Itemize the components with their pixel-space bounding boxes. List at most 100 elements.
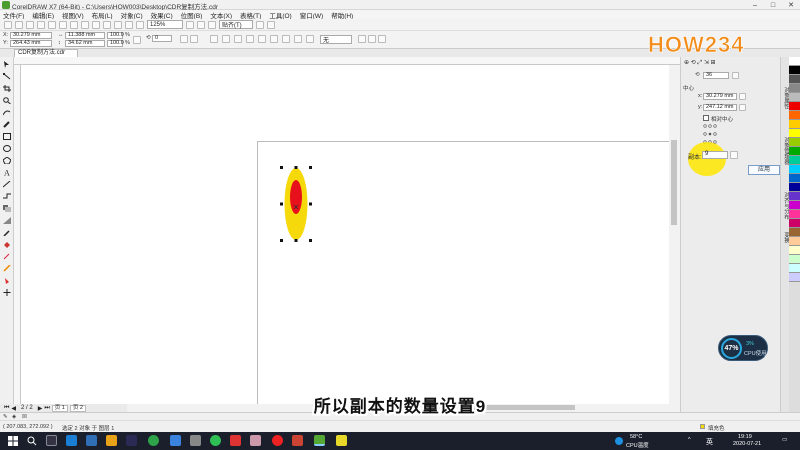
menu-edit[interactable]: 编辑(E) (32, 10, 54, 20)
chrome-icon[interactable] (148, 435, 159, 446)
scale-y-field[interactable]: 100.0 (107, 40, 124, 47)
menu-object[interactable]: 对象(C) (121, 10, 143, 20)
task-view-icon[interactable] (46, 435, 57, 446)
close-button[interactable]: ✕ (782, 0, 800, 10)
input-language[interactable]: 英 (706, 437, 713, 447)
center-x-field[interactable]: 30.279 mm (703, 93, 737, 100)
zoom-level-select[interactable]: 125% (147, 20, 183, 29)
undo-icon[interactable] (81, 20, 89, 29)
intersect-icon[interactable] (246, 35, 254, 43)
selection-handle[interactable] (309, 166, 312, 169)
center-x-spinner[interactable] (739, 93, 746, 100)
menu-help[interactable]: 帮助(H) (331, 10, 353, 20)
swatch-ice[interactable] (789, 264, 800, 273)
fill-swatch[interactable] (700, 424, 705, 429)
app-icon-3[interactable] (230, 435, 241, 446)
apply-button[interactable]: 应用 (748, 165, 780, 175)
polygon-tool-icon[interactable] (3, 157, 11, 164)
freehand-tool-icon[interactable] (3, 109, 11, 116)
swatch-teal[interactable] (789, 156, 800, 165)
swatch-red[interactable] (789, 102, 800, 111)
windows-start-icon[interactable] (8, 436, 18, 446)
clock-date[interactable]: 2020-07-21 (733, 441, 761, 447)
menu-bitmaps[interactable]: 位图(B) (181, 10, 203, 20)
swatch-blue[interactable] (789, 174, 800, 183)
copies-field[interactable]: 9 (702, 151, 728, 159)
swatch-peach[interactable] (789, 237, 800, 246)
search-icon[interactable] (103, 20, 111, 29)
word-icon[interactable] (86, 435, 97, 446)
connector-tool-icon[interactable] (3, 193, 11, 200)
horizontal-ruler[interactable] (14, 57, 680, 65)
artistic-media-icon[interactable] (3, 121, 11, 128)
red-ellipse[interactable] (290, 180, 302, 214)
notifications-icon[interactable]: ▭ (782, 437, 787, 443)
simplify-icon[interactable] (258, 35, 266, 43)
swatch-lime[interactable] (789, 138, 800, 147)
swatch-navy[interactable] (789, 183, 800, 192)
file-explorer-icon[interactable] (106, 435, 117, 446)
maximize-button[interactable]: □ (764, 0, 782, 10)
selection-handle[interactable] (294, 239, 298, 242)
swatch-light-gray[interactable] (789, 93, 800, 102)
swatch-gold[interactable] (789, 120, 800, 129)
clock-time[interactable]: 19:19 (738, 434, 752, 440)
smart-fill-icon[interactable] (3, 253, 11, 260)
launch-icon[interactable] (267, 20, 275, 29)
relative-center-checkbox[interactable] (703, 115, 709, 121)
snap-to-select[interactable]: 贴齐(T) (219, 20, 253, 29)
pick-tool-icon[interactable] (3, 61, 11, 68)
selection-handle[interactable] (294, 166, 298, 169)
front-minus-back-icon[interactable] (270, 35, 278, 43)
rotation-angle-field[interactable]: 36 (703, 72, 729, 79)
recorder-icon[interactable] (272, 435, 283, 446)
swatch-dark-gray[interactable] (789, 75, 800, 84)
search-icon[interactable] (27, 436, 37, 446)
menu-text[interactable]: 文本(X) (210, 10, 232, 20)
crop-tool-icon[interactable] (3, 85, 11, 92)
weld-icon[interactable] (222, 35, 230, 43)
swatch-mint[interactable] (789, 255, 800, 264)
copy-icon[interactable] (59, 20, 67, 29)
position-x-field[interactable]: 30.279 mm (10, 32, 52, 39)
menu-window[interactable]: 窗口(W) (300, 10, 323, 20)
add-tool-icon[interactable] (3, 289, 11, 296)
ellipse-tool-icon[interactable] (3, 145, 11, 152)
angle-field[interactable]: 0 (152, 35, 172, 42)
app-icon[interactable] (170, 435, 181, 446)
wechat-icon[interactable] (210, 435, 221, 446)
swatch-magenta[interactable] (789, 201, 800, 210)
lock-ratio-icon[interactable] (133, 36, 141, 44)
photoshop-icon[interactable] (66, 435, 77, 446)
swatch-cream[interactable] (789, 246, 800, 255)
position-y-field[interactable]: 264.43 mm (10, 40, 52, 47)
vertical-scroll-thumb[interactable] (671, 140, 677, 225)
menu-layout[interactable]: 布局(L) (92, 10, 113, 20)
selection-handle[interactable] (280, 202, 283, 206)
document-page[interactable] (257, 141, 669, 404)
swatch-raspberry[interactable] (789, 219, 800, 228)
export-icon[interactable] (125, 20, 133, 29)
menu-effects[interactable]: 效果(C) (151, 10, 173, 20)
text-tool-icon[interactable]: A (3, 169, 11, 176)
trim-icon[interactable] (234, 35, 242, 43)
shape-tool-icon[interactable] (3, 73, 11, 80)
minimize-button[interactable]: – (746, 0, 764, 10)
parallel-dimension-icon[interactable] (3, 181, 11, 188)
color-eyedropper-icon[interactable] (3, 229, 11, 236)
swatch-brown[interactable] (789, 228, 800, 237)
docker-tab-icons[interactable]: ⊕ ⟲ ⤢ ⇲ ⊞ (684, 59, 716, 67)
to-front-icon[interactable] (358, 35, 366, 43)
center-y-field[interactable]: 247.12 mm (703, 104, 737, 111)
full-screen-icon[interactable] (186, 20, 194, 29)
width-field[interactable]: 11.388 mm (65, 32, 105, 39)
rectangle-tool-icon[interactable] (3, 133, 11, 140)
combine-icon[interactable] (210, 35, 218, 43)
create-boundary-icon[interactable] (294, 35, 302, 43)
menu-tools[interactable]: 工具(O) (269, 10, 291, 20)
back-minus-front-icon[interactable] (282, 35, 290, 43)
angle-spinner[interactable] (732, 72, 739, 79)
cut-icon[interactable] (48, 20, 56, 29)
cpu-usage-widget[interactable]: 47% 3% CPU使用 (718, 335, 768, 361)
options-gear-icon[interactable] (256, 20, 264, 29)
